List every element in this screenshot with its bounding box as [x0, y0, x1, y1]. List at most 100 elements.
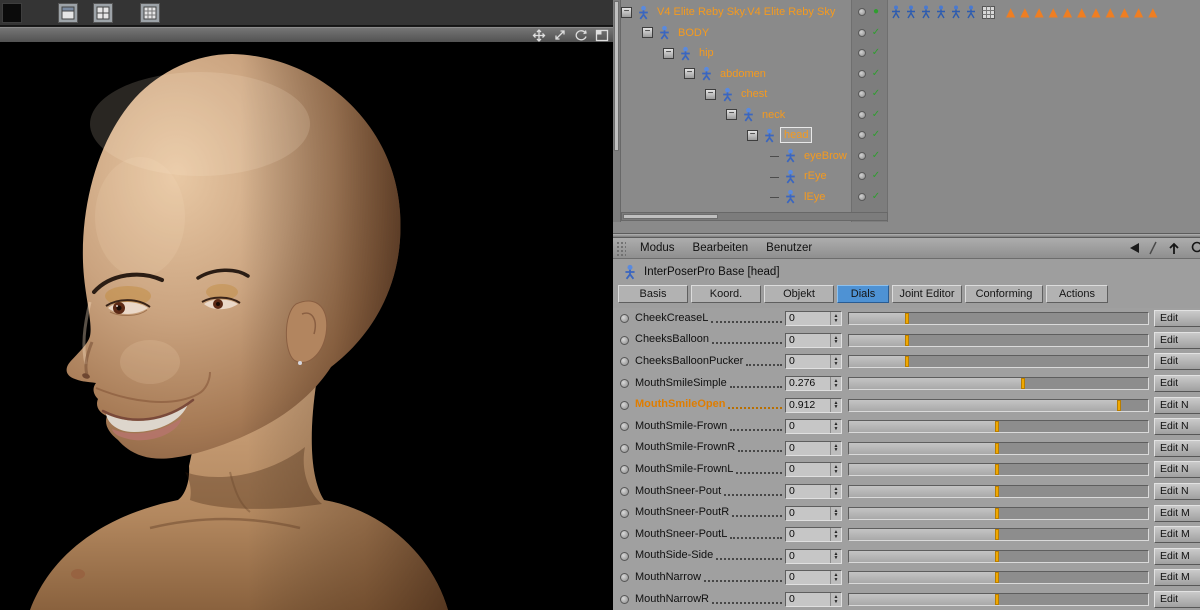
dial-value[interactable]: 0 [786, 442, 830, 455]
expand-toggle-icon[interactable]: − [684, 68, 695, 79]
dial-spinner[interactable]: ▲ ▼ [830, 507, 841, 520]
dial-spinner[interactable]: ▲ ▼ [830, 463, 841, 476]
dial-keyframe-dot-icon[interactable] [620, 595, 629, 604]
dial-value[interactable]: 0 [786, 485, 830, 498]
dial-keyframe-dot-icon[interactable] [620, 530, 629, 539]
object-name[interactable]: neck [759, 108, 788, 122]
dial-edit-button[interactable]: Edit M [1154, 548, 1200, 565]
dial-edit-button[interactable]: Edit N [1154, 440, 1200, 457]
dial-label[interactable]: MouthNarrow [635, 571, 701, 585]
attribute-tab[interactable]: Conforming [965, 285, 1043, 303]
dial-value[interactable]: 0 [786, 420, 830, 433]
search-icon[interactable] [1190, 240, 1200, 256]
object-name[interactable]: V4 Elite Reby Sky.V4 Elite Reby Sky [654, 5, 838, 19]
dial-value-field[interactable]: 0 ▲ ▼ [785, 506, 842, 521]
spinner-down-icon[interactable]: ▼ [834, 448, 839, 453]
dial-label[interactable]: MouthSide-Side [635, 549, 713, 563]
object-name[interactable]: hip [696, 46, 717, 60]
dial-keyframe-dot-icon[interactable] [620, 573, 629, 582]
tree-row[interactable]: − head ✓ [621, 125, 1200, 146]
dial-value[interactable]: 0 [786, 463, 830, 476]
dial-edit-button[interactable]: Edit [1154, 375, 1200, 392]
dial-slider[interactable] [848, 355, 1149, 368]
dial-slider[interactable] [848, 442, 1149, 455]
dial-keyframe-dot-icon[interactable] [620, 336, 629, 345]
object-name[interactable]: abdomen [717, 67, 769, 81]
attribute-tab[interactable]: Dials [837, 285, 889, 303]
dial-keyframe-dot-icon[interactable] [620, 552, 629, 561]
tree-row[interactable]: − chest ✓ [621, 84, 1200, 105]
dial-edit-button[interactable]: Edit [1154, 591, 1200, 608]
figure-object-icon[interactable] [783, 189, 798, 204]
spinner-down-icon[interactable]: ▼ [834, 470, 839, 475]
dial-spinner[interactable]: ▲ ▼ [830, 355, 841, 368]
attribute-tab[interactable]: Objekt [764, 285, 834, 303]
dial-label[interactable]: CheeksBalloonPucker [635, 355, 743, 369]
expand-toggle-icon[interactable]: − [642, 27, 653, 38]
dial-slider[interactable] [848, 507, 1149, 520]
dial-edit-button[interactable]: Edit [1154, 332, 1200, 349]
dial-value-field[interactable]: 0 ▲ ▼ [785, 354, 842, 369]
dial-value[interactable]: 0 [786, 355, 830, 368]
menu-benutzer[interactable]: Benutzer [757, 242, 821, 254]
dial-keyframe-dot-icon[interactable] [620, 379, 629, 388]
dial-spinner[interactable]: ▲ ▼ [830, 571, 841, 584]
dial-spinner[interactable]: ▲ ▼ [830, 399, 841, 412]
dial-slider[interactable] [848, 312, 1149, 325]
dial-spinner[interactable]: ▲ ▼ [830, 312, 841, 325]
visibility-dot-icon[interactable] [858, 152, 866, 160]
tree-row[interactable]: − hip ✓ [621, 43, 1200, 64]
visibility-dot-icon[interactable] [858, 49, 866, 57]
spinner-down-icon[interactable]: ▼ [834, 556, 839, 561]
spinner-down-icon[interactable]: ▼ [834, 513, 839, 518]
spinner-down-icon[interactable]: ▼ [834, 340, 839, 345]
tree-row[interactable]: − lEye ✓ [621, 187, 1200, 208]
visibility-dot-icon[interactable] [858, 70, 866, 78]
spinner-down-icon[interactable]: ▼ [834, 535, 839, 540]
scrollbar-thumb[interactable] [614, 1, 619, 151]
ik-tag-icon[interactable] [890, 5, 902, 20]
dial-value[interactable]: 0 [786, 507, 830, 520]
window-icon[interactable] [58, 3, 78, 23]
visibility-dot-icon[interactable] [858, 8, 866, 16]
dial-label[interactable]: MouthSneer-PoutR [635, 506, 729, 520]
tree-row[interactable]: − eyeBrow ✓ [621, 146, 1200, 167]
panel-grip-icon[interactable] [616, 241, 626, 256]
dial-keyframe-dot-icon[interactable] [620, 444, 629, 453]
dial-keyframe-dot-icon[interactable] [620, 314, 629, 323]
dial-label[interactable]: MouthSneer-Pout [635, 485, 721, 499]
dial-edit-button[interactable]: Edit N [1154, 461, 1200, 478]
attribute-tab[interactable]: Basis [618, 285, 688, 303]
dial-slider[interactable] [848, 528, 1149, 541]
pan-icon[interactable] [532, 29, 546, 42]
expand-toggle-icon[interactable]: − [726, 109, 737, 120]
dial-keyframe-dot-icon[interactable] [620, 357, 629, 366]
dial-label[interactable]: MouthSmile-FrownL [635, 463, 733, 477]
figure-object-icon[interactable] [678, 46, 693, 61]
dial-value-field[interactable]: 0 ▲ ▼ [785, 527, 842, 542]
dial-spinner[interactable]: ▲ ▼ [830, 485, 841, 498]
dial-value[interactable]: 0 [786, 334, 830, 347]
enabled-check-icon[interactable]: ● [871, 7, 881, 17]
dial-value[interactable]: 0.912 [786, 399, 830, 412]
dial-keyframe-dot-icon[interactable] [620, 487, 629, 496]
object-name[interactable]: BODY [675, 26, 712, 40]
spinner-down-icon[interactable]: ▼ [834, 384, 839, 389]
visibility-dot-icon[interactable] [858, 29, 866, 37]
enabled-check-icon[interactable]: ✓ [871, 130, 881, 140]
dial-label[interactable]: MouthSmile-FrownR [635, 441, 735, 455]
dial-slider[interactable] [848, 377, 1149, 390]
grid-icon[interactable] [140, 3, 160, 23]
expand-toggle-icon[interactable]: − [663, 48, 674, 59]
color-swatch-icon[interactable] [2, 3, 22, 23]
menu-modus[interactable]: Modus [631, 242, 684, 254]
spinner-down-icon[interactable]: ▼ [834, 405, 839, 410]
figure-object-icon[interactable] [783, 148, 798, 163]
figure-object-icon[interactable] [762, 128, 777, 143]
dial-slider[interactable] [848, 550, 1149, 563]
enabled-check-icon[interactable]: ✓ [871, 171, 881, 181]
object-manager-horizontal-scrollbar[interactable] [621, 212, 888, 221]
dial-value-field[interactable]: 0 ▲ ▼ [785, 592, 842, 607]
enabled-check-icon[interactable]: ✓ [871, 28, 881, 38]
viewport-3d[interactable] [0, 42, 613, 610]
